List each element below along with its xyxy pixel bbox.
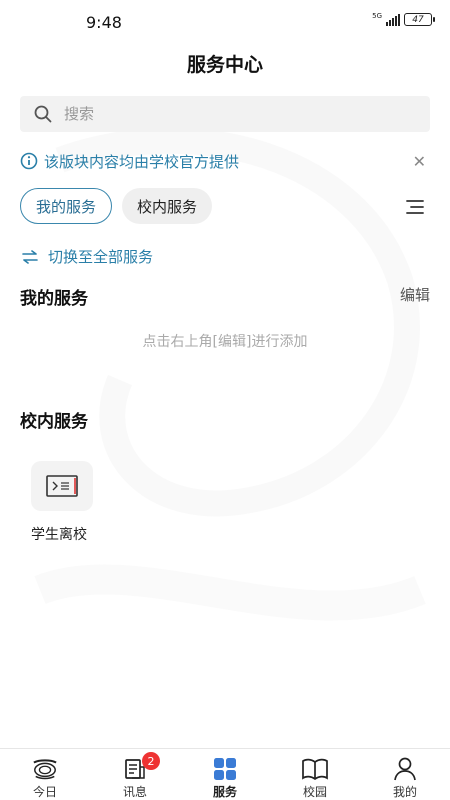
nav-item-messages[interactable]: 2 讯息	[90, 749, 180, 800]
switch-all-services-link[interactable]: 切换至全部服务	[22, 246, 153, 267]
nav-item-campus[interactable]: 校园	[270, 749, 360, 800]
network-type: 5G	[372, 11, 382, 20]
close-icon[interactable]: ✕	[413, 152, 426, 171]
status-time: 9:48	[86, 13, 122, 32]
nav-item-me[interactable]: 我的	[360, 749, 450, 800]
notice-text: 该版块内容均由学校官方提供	[44, 152, 240, 171]
empty-hint: 点击右上角[编辑]进行添加	[142, 334, 308, 350]
page-title: 服务中心	[186, 54, 263, 76]
service-tabs: 我的服务 校内服务	[20, 188, 213, 224]
campus-services-heading: 校内服务	[20, 412, 88, 432]
nav-item-services[interactable]: 服务	[180, 749, 270, 800]
swap-icon	[22, 249, 38, 264]
unread-badge: 2	[142, 752, 160, 770]
book-icon	[302, 756, 328, 782]
bottom-nav: 今日 2 讯息 服务 校园 我的	[0, 748, 450, 800]
grid-icon	[212, 756, 238, 782]
status-bar: 9:48 5G 47	[0, 0, 450, 44]
switch-label: 切换至全部服务	[48, 248, 154, 266]
nav-label-today: 今日	[32, 785, 57, 799]
nav-label-services: 服务	[212, 785, 237, 799]
search-bar[interactable]	[20, 96, 430, 132]
nav-item-today[interactable]: 今日	[0, 749, 90, 800]
status-indicators: 5G 47	[372, 11, 435, 26]
search-icon	[34, 105, 52, 123]
battery-level: 47	[412, 14, 424, 25]
edit-button[interactable]: 编辑	[400, 284, 430, 305]
signal-icon	[386, 13, 400, 26]
menu-icon[interactable]	[405, 199, 425, 215]
service-tile[interactable]	[31, 461, 93, 511]
battery-icon: 47	[404, 13, 435, 26]
service-label: 学生离校	[31, 527, 87, 543]
notice-banner: 该版块内容均由学校官方提供 ✕	[20, 150, 430, 172]
terminal-icon	[46, 475, 78, 497]
info-icon	[20, 152, 38, 170]
tab-my-services[interactable]: 我的服务	[20, 188, 113, 224]
today-logo-icon	[32, 756, 58, 782]
service-item-student-leave[interactable]: 学生离校	[31, 461, 95, 543]
search-input[interactable]	[64, 105, 364, 123]
my-services-heading: 我的服务	[20, 289, 88, 309]
nav-label-me: 我的	[392, 785, 417, 799]
person-icon	[392, 756, 418, 782]
nav-label-campus: 校园	[302, 785, 327, 799]
tab-campus-services[interactable]: 校内服务	[122, 188, 213, 224]
nav-label-messages: 讯息	[122, 785, 147, 799]
